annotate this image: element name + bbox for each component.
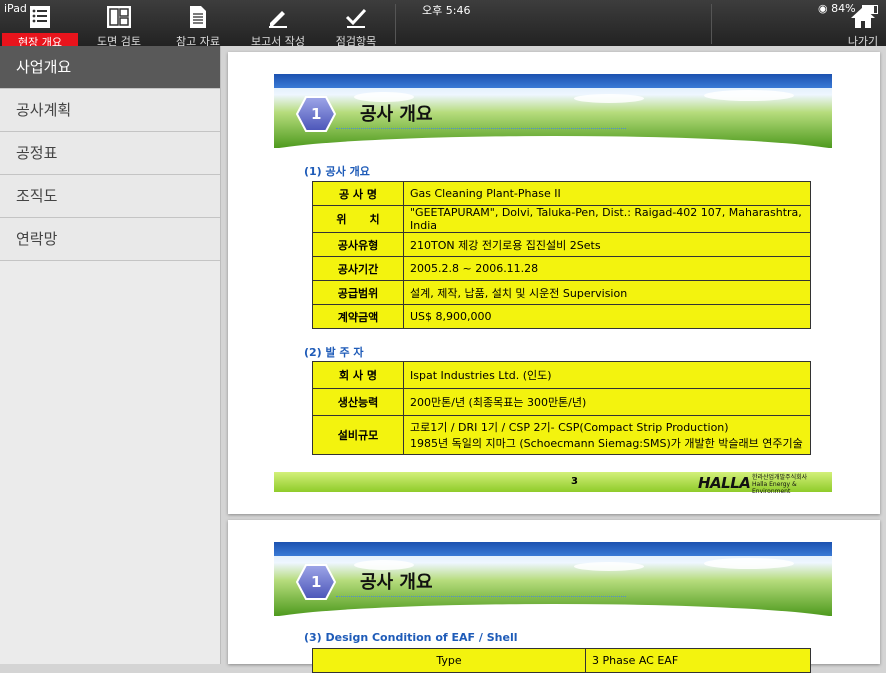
badge-number: 1 (311, 105, 322, 123)
table-row: 공사유형 210TON 제강 전기로용 집진설비 2Sets (312, 232, 811, 257)
checklist-icon (30, 6, 50, 28)
section-heading: (1) 공사 개요 (304, 165, 370, 178)
table-value: "GEETAPURAM", Dolvi, Taluka-Pen, Dist.: … (403, 205, 811, 233)
page-number: 3 (571, 476, 578, 487)
page-banner: 1 공사 개요 (274, 542, 832, 616)
tab-reference[interactable]: 참고 자료 (168, 3, 228, 48)
table-key: 공사기간 (312, 256, 404, 281)
table-key: 공사유형 (312, 232, 404, 257)
tab-label: 점검항목 (335, 35, 377, 48)
design-condition-table: Type 3 Phase AC EAF (312, 648, 811, 673)
tab-drawing-review[interactable]: 도면 검토 (86, 3, 152, 48)
table-row: 회 사 명 Ispat Industries Ltd. (인도) (312, 361, 811, 389)
page-heading: 공사 개요 (360, 572, 433, 593)
banner-bar (274, 74, 832, 88)
banner-cloud (574, 94, 644, 103)
table-value-line: 고로1기 / DRI 1기 / CSP 2기- CSP(Compact Stri… (410, 421, 729, 434)
table-value: Gas Cleaning Plant-Phase II (403, 181, 811, 206)
tab-checklist[interactable]: 점검항목 (326, 3, 386, 48)
banner-curve (274, 604, 832, 616)
pencil-icon (269, 11, 287, 28)
status-time: 오후 5:46 (422, 4, 471, 17)
table-value-line: 1985년 독일의 지마그 (Schoecmann Siemag:SMS)가 개… (410, 437, 803, 450)
client-info-table: 회 사 명 Ispat Industries Ltd. (인도) 생산능력 200만… (312, 361, 811, 455)
sidebar-item-construction-plan[interactable]: 공사계획 (0, 89, 220, 132)
table-row: 계약금액 US$ 8,900,000 (312, 304, 811, 329)
banner-curve (274, 136, 832, 148)
table-row: Type 3 Phase AC EAF (312, 648, 811, 673)
section-heading: (2) 발 주 자 (304, 346, 364, 359)
banner-bar (274, 542, 832, 556)
home-icon (851, 7, 875, 28)
sidebar-item-contacts[interactable]: 연락망 (0, 218, 220, 261)
badge-number: 1 (311, 573, 322, 591)
page-heading: 공사 개요 (360, 104, 433, 125)
sidebar-item-project-overview[interactable]: 사업개요 (0, 46, 220, 89)
page-footer: 3 HALLA 한라산업개발주식회사 Halla Energy & Environ… (274, 472, 832, 495)
table-row: 공사기간 2005.2.8 ~ 2006.11.28 (312, 256, 811, 281)
logo-sub-korean: 한라산업개발주식회사 (752, 474, 808, 481)
table-key: 회 사 명 (312, 361, 404, 389)
tab-site-overview[interactable]: 현장 개요 (2, 3, 78, 51)
document-icon (190, 6, 206, 28)
document-page: 1 공사 개요 (3) Design Condition of EAF / Sh… (228, 520, 880, 673)
banner-cloud (704, 558, 794, 569)
sidebar-item-schedule[interactable]: 공정표 (0, 132, 220, 175)
exit-label: 나가기 (847, 35, 879, 48)
tab-label: 보고서 작성 (250, 35, 306, 48)
toolbar-divider (711, 4, 712, 44)
blueprint-icon (107, 6, 131, 28)
table-key: 생산능력 (312, 388, 404, 416)
logo-sub-english: Halla Energy & Environment (752, 481, 797, 495)
table-value: 3 Phase AC EAF (585, 648, 811, 673)
table-key: Type (312, 648, 586, 673)
table-key: 공급범위 (312, 280, 404, 305)
sidebar-item-org-chart[interactable]: 조직도 (0, 175, 220, 218)
table-row: 공 사 명 Gas Cleaning Plant-Phase II (312, 181, 811, 206)
company-logo-subtitle: 한라산업개발주식회사 Halla Energy & Environment (752, 474, 832, 495)
table-row: 설비규모 고로1기 / DRI 1기 / CSP 2기- CSP(Compact … (312, 415, 811, 455)
page-banner: 1 공사 개요 (274, 74, 832, 148)
banner-cloud (574, 562, 644, 571)
exit-button[interactable]: 나가기 (842, 3, 884, 48)
company-logo: HALLA (698, 474, 751, 492)
checkmark-icon (345, 8, 367, 28)
table-row: 생산능력 200만톤/년 (최종목표는 300만톤/년) (312, 388, 811, 416)
table-key: 위 치 (312, 205, 404, 233)
tab-write-report[interactable]: 보고서 작성 (246, 3, 310, 48)
table-value: 고로1기 / DRI 1기 / CSP 2기- CSP(Compact Stri… (403, 415, 811, 455)
dotted-underline (336, 128, 626, 129)
table-row: 위 치 "GEETAPURAM", Dolvi, Taluka-Pen, Dist… (312, 205, 811, 233)
toolbar-divider (395, 4, 396, 44)
dotted-underline (336, 596, 626, 597)
table-key: 계약금액 (312, 304, 404, 329)
table-value: Ispat Industries Ltd. (인도) (403, 361, 811, 389)
table-row: 공급범위 설계, 제작, 납품, 설치 및 시운전 Supervision (312, 280, 811, 305)
banner-cloud (704, 90, 794, 101)
top-toolbar: iPad 오후 5:46 ◉ 84% 현장 개요 도면 검토 참고 자료 보고서… (0, 0, 886, 51)
table-key: 설비규모 (312, 415, 404, 455)
section-heading: (3) Design Condition of EAF / Shell (304, 631, 518, 644)
table-value: 설계, 제작, 납품, 설치 및 시운전 Supervision (403, 280, 811, 305)
table-key: 공 사 명 (312, 181, 404, 206)
project-info-table: 공 사 명 Gas Cleaning Plant-Phase II 위 치 "GEE… (312, 181, 811, 329)
table-value: 2005.2.8 ~ 2006.11.28 (403, 256, 811, 281)
table-value: US$ 8,900,000 (403, 304, 811, 329)
table-value: 210TON 제강 전기로용 집진설비 2Sets (403, 232, 811, 257)
document-page: 1 공사 개요 (1) 공사 개요 공 사 명 Gas Cleaning Plan… (228, 52, 880, 514)
sidebar: 사업개요 공사계획 공정표 조직도 연락망 (0, 46, 221, 664)
table-value: 200만톤/년 (최종목표는 300만톤/년) (403, 388, 811, 416)
